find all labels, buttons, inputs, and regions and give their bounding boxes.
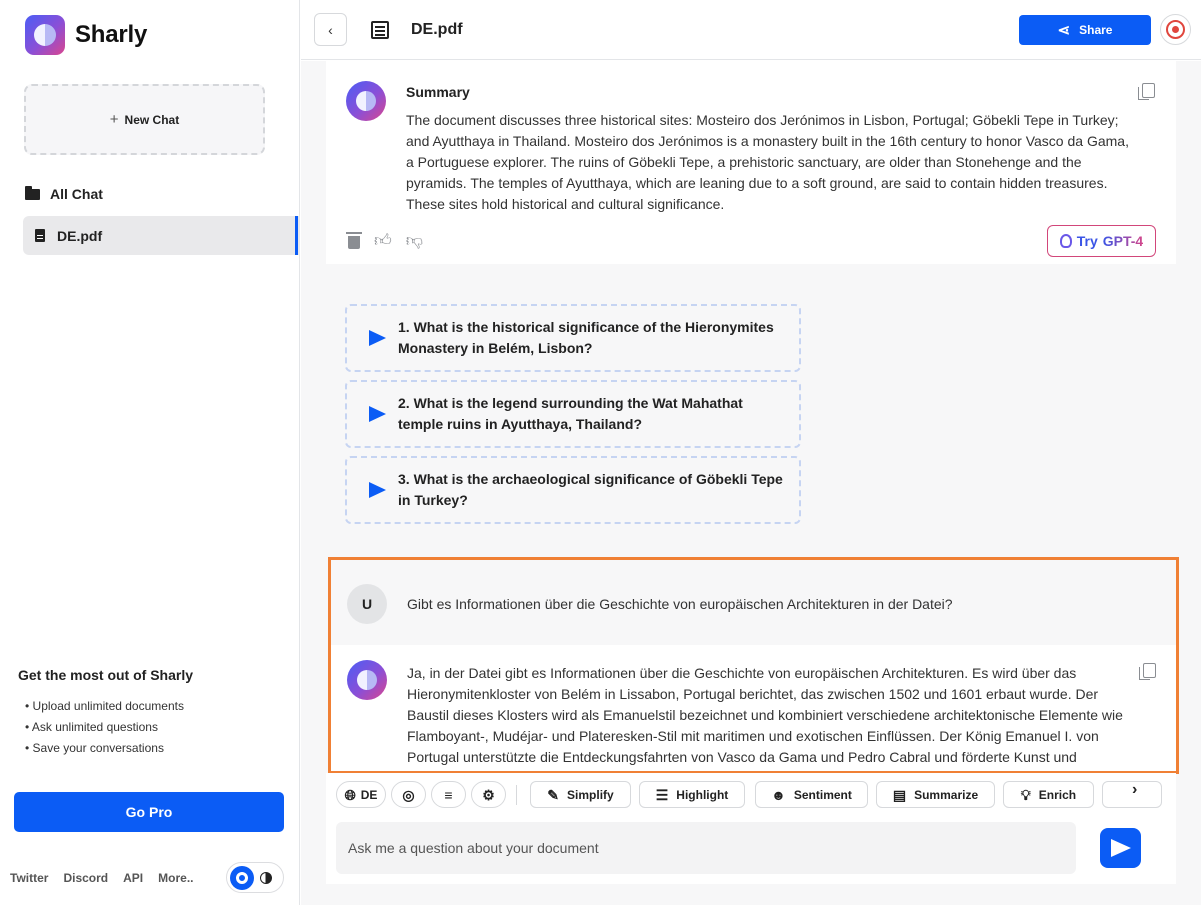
- magic-wand-icon: ✎: [547, 786, 560, 803]
- send-button[interactable]: [1100, 828, 1141, 868]
- suggested-question[interactable]: 3. What is the archaeological significan…: [345, 456, 801, 524]
- copy-icon[interactable]: [1138, 83, 1155, 100]
- suggested-question-text: 3. What is the archaeological significan…: [398, 471, 783, 508]
- thumbs-down-icon[interactable]: 👎︎: [406, 232, 423, 249]
- suggested-question[interactable]: 2. What is the legend surrounding the Wa…: [345, 380, 801, 448]
- promo-item: • Save your conversations: [25, 741, 164, 755]
- share-icon: ⋖: [1057, 22, 1071, 39]
- message-actions: 👍︎ 👎︎: [346, 231, 423, 249]
- sentiment-button[interactable]: ☻ Sentiment: [755, 781, 868, 808]
- conversation-highlight: U Gibt es Informationen über die Geschic…: [328, 557, 1179, 774]
- footer-links: Twitter Discord API More..: [10, 871, 194, 885]
- smiley-icon: ☻: [771, 786, 786, 803]
- all-chat-item[interactable]: All Chat: [25, 185, 103, 202]
- document-icon: ▤: [892, 786, 907, 803]
- lightbulb-icon: [1059, 234, 1072, 248]
- theme-toggle[interactable]: [226, 862, 284, 893]
- light-mode-icon[interactable]: [230, 865, 254, 890]
- folder-icon: [25, 185, 40, 200]
- user-avatar: U: [347, 584, 387, 624]
- send-icon: [369, 330, 386, 346]
- summarize-button[interactable]: ▤ Summarize: [876, 781, 995, 808]
- bot-avatar: [347, 660, 387, 700]
- summary-text: The document discusses three historical …: [406, 112, 1129, 212]
- dark-mode-icon[interactable]: [260, 871, 272, 884]
- go-pro-button[interactable]: Go Pro: [14, 792, 284, 832]
- bot-message-text: Ja, in der Datei gibt es Informationen ü…: [407, 665, 1123, 765]
- format-button[interactable]: ≡: [431, 781, 466, 808]
- sidebar: Sharly + New Chat All Chat DE.pdf Get th…: [0, 0, 300, 905]
- chevron-right-icon[interactable]: ›: [1132, 781, 1137, 799]
- suggested-question[interactable]: 1. What is the historical significance o…: [345, 304, 801, 372]
- promo-item: • Ask unlimited questions: [25, 720, 158, 734]
- lightbulb-icon: 💡︎: [1020, 786, 1031, 803]
- chevron-left-icon: ‹: [328, 21, 333, 38]
- send-icon: [369, 406, 386, 422]
- document-icon: [35, 229, 45, 242]
- send-icon: [369, 482, 386, 498]
- promo-title: Get the most out of Sharly: [18, 667, 194, 683]
- topbar: ‹ DE.pdf ⋖ Share: [301, 0, 1201, 60]
- copy-icon[interactable]: [1139, 663, 1156, 680]
- notes-icon: [371, 21, 389, 39]
- discord-link[interactable]: Discord: [63, 871, 108, 885]
- bot-message: Ja, in der Datei gibt es Informationen ü…: [331, 645, 1176, 771]
- highlight-label: Highlight: [676, 787, 729, 802]
- user-message-text: Gibt es Informationen über die Geschicht…: [407, 596, 953, 612]
- trash-icon[interactable]: [346, 231, 362, 249]
- settings-button[interactable]: ⚙: [471, 781, 506, 808]
- target-icon: ◎: [402, 786, 415, 803]
- record-button[interactable]: [1160, 14, 1191, 45]
- suggested-question-text: 1. What is the historical significance o…: [398, 319, 774, 356]
- language-label: DE: [360, 787, 378, 802]
- text-lines-icon: ≡: [444, 786, 453, 803]
- promo-list: • Upload unlimited documents • Ask unlim…: [25, 696, 184, 759]
- brand-name: Sharly: [75, 21, 148, 48]
- sidebar-item-file[interactable]: DE.pdf: [23, 216, 300, 255]
- brand[interactable]: Sharly: [25, 15, 147, 55]
- all-chat-label: All Chat: [50, 186, 103, 202]
- user-message: U Gibt es Informationen über die Geschic…: [331, 560, 1176, 638]
- more-link[interactable]: More..: [158, 871, 193, 885]
- thumbs-up-icon[interactable]: 👍︎: [374, 232, 392, 249]
- promo-item: • Upload unlimited documents: [25, 699, 184, 713]
- new-chat-label: New Chat: [124, 112, 180, 127]
- simplify-button[interactable]: ✎ Simplify: [530, 781, 631, 808]
- summarize-label: Summarize: [914, 787, 979, 802]
- list-icon: ☰: [655, 786, 669, 803]
- back-button[interactable]: ‹: [314, 13, 347, 46]
- try-gpt4-button[interactable]: Try GPT-4: [1047, 225, 1156, 257]
- highlight-button[interactable]: ☰ Highlight: [639, 781, 745, 808]
- plus-icon: +: [109, 111, 119, 128]
- enrich-button[interactable]: 💡︎ Enrich: [1003, 781, 1094, 808]
- globe-icon: 🌐︎: [344, 786, 356, 803]
- share-button[interactable]: ⋖ Share: [1019, 15, 1151, 45]
- send-icon: [1110, 839, 1131, 857]
- chat-area: Summary The document discusses three his…: [301, 61, 1201, 905]
- suggested-question-text: 2. What is the legend surrounding the Wa…: [398, 395, 743, 432]
- try-label: Try: [1076, 233, 1098, 249]
- simplify-label: Simplify: [567, 787, 614, 802]
- question-input-area: [326, 818, 1176, 884]
- share-label: Share: [1079, 23, 1113, 37]
- record-icon: [1166, 20, 1185, 39]
- language-button[interactable]: 🌐︎ DE: [336, 781, 386, 808]
- toolbar-divider: [516, 785, 517, 805]
- gear-icon: ⚙: [482, 786, 495, 803]
- sentiment-label: Sentiment: [793, 787, 852, 802]
- document-title: DE.pdf: [411, 21, 463, 38]
- summary-title: Summary: [406, 84, 470, 100]
- focus-button[interactable]: ◎: [391, 781, 426, 808]
- enrich-label: Enrich: [1038, 787, 1077, 802]
- tools-toolbar: 🌐︎ DE ◎ ≡ ⚙ ✎ Simplify ☰ Highlight ☻ Sen…: [326, 773, 1176, 818]
- file-label: DE.pdf: [57, 227, 103, 244]
- sharly-logo-icon: [25, 15, 65, 55]
- question-input[interactable]: [336, 822, 1076, 874]
- twitter-link[interactable]: Twitter: [10, 871, 48, 885]
- summary-card: Summary The document discusses three his…: [326, 61, 1176, 264]
- gpt4-label: GPT-4: [1102, 233, 1144, 249]
- new-chat-button[interactable]: + New Chat: [24, 84, 265, 155]
- api-link[interactable]: API: [123, 871, 143, 885]
- bot-avatar: [346, 81, 386, 121]
